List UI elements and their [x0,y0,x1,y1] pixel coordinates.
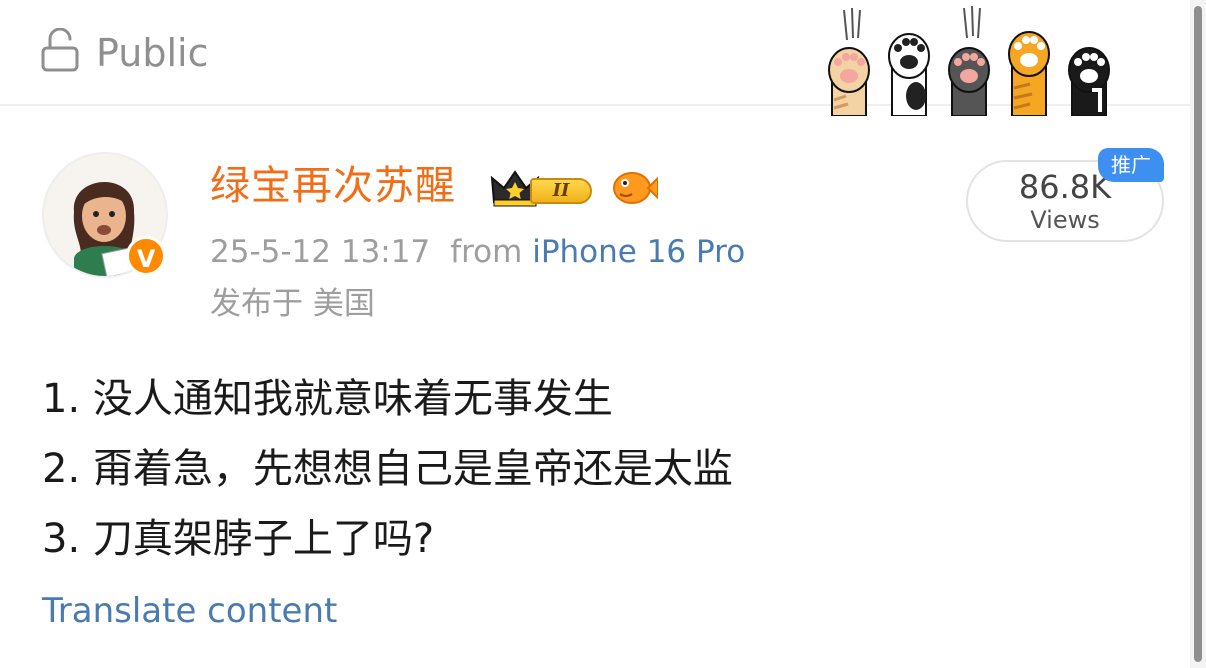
lock-icon [41,28,79,72]
visibility-label: Public [96,31,209,75]
verified-badge: V [126,236,166,276]
post-timestamp: 25-5-12 13:17 [210,234,431,270]
translate-content-link[interactable]: Translate content [42,588,337,634]
vip-level-badge[interactable]: II [490,168,604,208]
post-location: 发布于 美国 [210,286,375,322]
promo-tag[interactable]: 推广 [1098,148,1164,182]
cat-paws-sticker [828,5,1110,116]
from-prefix: from [450,234,523,270]
visibility-header: Public [0,0,1190,116]
author-name[interactable]: 绿宝再次苏醒 [210,160,456,212]
post-meta: 25-5-12 13:17 from iPhone 16 Pro [210,232,745,272]
fish-badge-icon[interactable] [612,168,658,206]
content-line: 1. 没人通知我就意味着无事发生 [42,376,613,422]
vip-level-label: II [530,178,592,204]
content-line: 3. 刀真架脖子上了吗? [42,516,435,562]
views-label: Views [1030,206,1100,234]
scroll-thumb[interactable] [1194,6,1202,662]
content-line: 2. 甭着急，先想想自己是皇帝还是太监 [42,446,733,492]
device-link[interactable]: iPhone 16 Pro [532,234,745,270]
scrollbar[interactable] [1190,0,1206,668]
post-content: 1. 没人通知我就意味着无事发生 2. 甭着急，先想想自己是皇帝还是太监 3. … [42,364,733,574]
